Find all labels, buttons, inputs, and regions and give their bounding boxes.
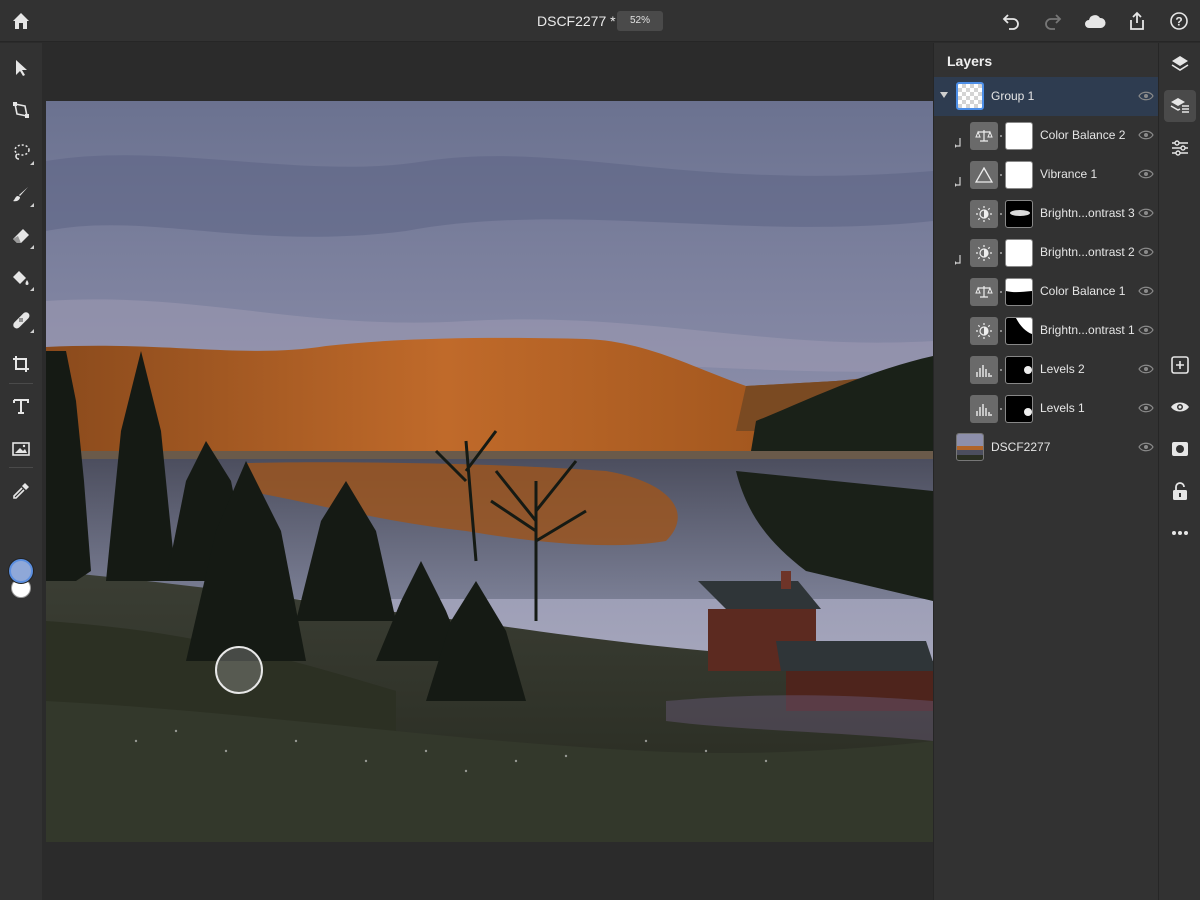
eye-icon[interactable] [1138, 363, 1154, 375]
collapse-caret-icon[interactable] [940, 92, 948, 98]
brightness-icon [970, 200, 998, 228]
toolbar-divider [9, 383, 33, 384]
mask-thumbnail[interactable] [1005, 122, 1033, 150]
eye-icon[interactable] [1138, 168, 1154, 180]
mask-thumbnail[interactable] [1005, 278, 1033, 306]
layer-brightness-contrast-2[interactable]: Brightn...ontrast 2 [934, 233, 1159, 272]
layer-name: Levels 1 [1040, 401, 1085, 415]
eye-icon[interactable] [1138, 129, 1154, 141]
more-icon[interactable] [1164, 517, 1196, 549]
eye-icon[interactable] [1138, 324, 1154, 336]
link-dot [1000, 174, 1002, 176]
link-dot [1000, 135, 1002, 137]
eraser-icon[interactable] [8, 223, 34, 249]
link-dot [1000, 291, 1002, 293]
image-icon[interactable] [8, 436, 34, 462]
cloud-icon[interactable] [1083, 9, 1107, 33]
panel-title: Layers [947, 53, 993, 69]
layer-name: Brightn...ontrast 1 [1040, 323, 1135, 337]
help-icon[interactable]: ? [1167, 9, 1191, 33]
left-toolbar [0, 43, 42, 900]
layer-name: DSCF2277 [991, 440, 1051, 454]
layer-name: Brightn...ontrast 3 [1040, 206, 1135, 220]
mask-thumbnail[interactable] [1005, 395, 1033, 423]
layer-image[interactable]: DSCF2277 [934, 428, 1159, 467]
layer-name: Brightn...ontrast 2 [1040, 245, 1135, 259]
document-title[interactable]: DSCF2277 * [537, 13, 616, 29]
share-icon[interactable] [1125, 9, 1149, 33]
top-bar: DSCF2277 * 52% ? [0, 0, 1200, 42]
layer-vibrance-1[interactable]: Vibrance 1 [934, 155, 1159, 194]
layer-brightness-contrast-1[interactable]: Brightn...ontrast 1 [934, 311, 1159, 350]
type-icon[interactable] [8, 393, 34, 419]
brightness-icon [970, 317, 998, 345]
eye-icon[interactable] [1138, 441, 1154, 453]
link-dot [1000, 252, 1002, 254]
link-dot [1000, 408, 1002, 410]
layer-brightness-contrast-3[interactable]: Brightn...ontrast 3 [934, 194, 1159, 233]
home-icon[interactable] [9, 9, 33, 33]
transform-icon[interactable] [8, 97, 34, 123]
toolbar-divider [9, 467, 33, 468]
adjustments-icon[interactable] [1164, 132, 1196, 164]
clipping-arrow-icon [955, 255, 961, 265]
zoom-level[interactable]: 52% [617, 11, 663, 31]
link-dot [1000, 369, 1002, 371]
mask-thumbnail[interactable] [1005, 356, 1033, 384]
crop-icon[interactable] [8, 351, 34, 377]
mask-thumbnail[interactable] [1005, 317, 1033, 345]
canvas-area[interactable] [42, 43, 933, 900]
layer-name: Levels 2 [1040, 362, 1085, 376]
mask-icon[interactable] [1164, 433, 1196, 465]
balance-icon [970, 122, 998, 150]
add-layer-icon[interactable] [1164, 349, 1196, 381]
balance-icon [970, 278, 998, 306]
link-dot [1000, 213, 1002, 215]
brush-icon[interactable] [8, 181, 34, 207]
clipping-arrow-icon [955, 138, 961, 148]
image-thumbnail [956, 433, 984, 461]
eye-icon[interactable] [1138, 207, 1154, 219]
redo-icon[interactable] [1041, 9, 1065, 33]
group-thumbnail [956, 82, 984, 110]
layers-panel: Layers Group 1 Color Balance 2 Vibrance … [933, 43, 1159, 900]
mask-thumbnail[interactable] [1005, 239, 1033, 267]
layer-color-balance-1[interactable]: Color Balance 1 [934, 272, 1159, 311]
right-rail [1158, 43, 1200, 900]
select-icon[interactable] [8, 55, 34, 81]
lock-icon[interactable] [1164, 475, 1196, 507]
layer-levels-2[interactable]: Levels 2 [934, 350, 1159, 389]
eye-icon[interactable] [1138, 90, 1154, 102]
link-dot [1000, 330, 1002, 332]
undo-icon[interactable] [999, 9, 1023, 33]
eye-icon[interactable] [1138, 402, 1154, 414]
fill-icon[interactable] [8, 265, 34, 291]
layer-name: Group 1 [991, 89, 1035, 103]
healing-icon[interactable] [8, 307, 34, 333]
eye-icon[interactable] [1138, 285, 1154, 297]
visibility-icon[interactable] [1164, 391, 1196, 423]
eyedropper-icon[interactable] [8, 478, 34, 504]
layers-icon[interactable] [1164, 48, 1196, 80]
eye-icon[interactable] [1138, 246, 1154, 258]
mask-thumbnail[interactable] [1005, 200, 1033, 228]
svg-text:?: ? [1175, 15, 1182, 29]
triangle-icon [970, 161, 998, 189]
mask-thumbnail[interactable] [1005, 161, 1033, 189]
layer-name: Vibrance 1 [1040, 167, 1098, 181]
layer-properties-icon[interactable] [1164, 90, 1196, 122]
layer-group-1[interactable]: Group 1 [934, 77, 1159, 116]
foreground-color-swatch[interactable] [9, 559, 33, 583]
document-image[interactable] [46, 101, 933, 842]
levels-icon [970, 356, 998, 384]
layer-name: Color Balance 1 [1040, 284, 1126, 298]
brush-cursor[interactable] [215, 646, 263, 694]
lasso-icon[interactable] [8, 139, 34, 165]
brightness-icon [970, 239, 998, 267]
clipping-arrow-icon [955, 177, 961, 187]
layer-levels-1[interactable]: Levels 1 [934, 389, 1159, 428]
layer-color-balance-2[interactable]: Color Balance 2 [934, 116, 1159, 155]
levels-icon [970, 395, 998, 423]
layer-name: Color Balance 2 [1040, 128, 1126, 142]
